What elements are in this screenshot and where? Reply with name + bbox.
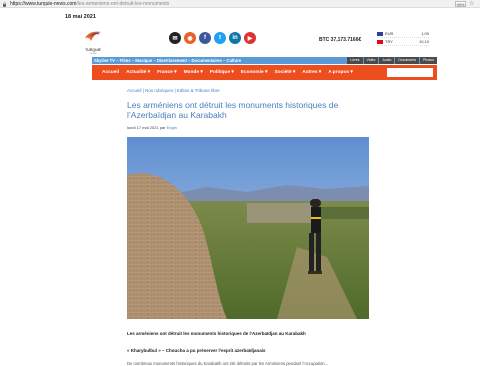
article-photo (127, 137, 369, 319)
tab-documents[interactable]: Documents (395, 57, 420, 64)
main-nav: Accueil Actualité ▾ France ▾ Monde ▾ Pol… (92, 65, 437, 80)
social-links: ✉ ◉ f t in ▶ (169, 32, 256, 44)
search-input[interactable] (387, 68, 433, 77)
caption-title: Les arméniens ont détruit les monuments … (127, 331, 306, 336)
article-lead: De nombreux monuments historiques du Kar… (127, 361, 329, 366)
media-tabs: Livres Vidéo Audio Documents Photos (346, 57, 437, 64)
rss-icon[interactable]: ◉ (184, 32, 196, 44)
currency-value: 1,00 (421, 31, 429, 36)
turkey-flag-icon (377, 39, 383, 44)
nav-items: Accueil Actualité ▾ France ▾ Monde ▾ Pol… (102, 65, 353, 80)
tab-photos[interactable]: Photos (420, 57, 437, 64)
currency-row: TRY 10,10 (377, 38, 429, 46)
linkedin-icon[interactable]: in (229, 32, 241, 44)
currency-row: EUR 1,00 (377, 30, 429, 38)
nav-france[interactable]: France ▾ (157, 70, 176, 75)
breadcrumb[interactable]: Accueil | Nos rubriques | Editos & Tribu… (127, 88, 220, 93)
site-logo[interactable]: TURQUIE news (82, 29, 104, 55)
btc-ticker: BTC 37,173.7166€ (319, 37, 362, 43)
nav-politique[interactable]: Politique ▾ (210, 70, 234, 75)
nav-accueil[interactable]: Accueil (102, 70, 119, 75)
tab-livres[interactable]: Livres (347, 57, 363, 64)
nav-monde[interactable]: Monde ▾ (184, 70, 203, 75)
url-path: /les-armeniens-ont-detruit-les-monuments (76, 1, 170, 7)
tab-audio[interactable]: Audio (379, 57, 395, 64)
currency-value: 10,10 (418, 39, 429, 44)
zoom-level[interactable]: 90% (455, 1, 466, 7)
caption-subtitle: « Kharybulbul » – Choucha a pu préserver… (127, 348, 266, 353)
currency-code: TRY (385, 39, 393, 44)
skylive-text[interactable]: Skylive TV – Films – Musique – Divertiss… (94, 57, 241, 64)
tab-video[interactable]: Vidéo (363, 57, 379, 64)
facebook-icon[interactable]: f (199, 32, 211, 44)
photo-illustration (127, 137, 369, 319)
nav-actualite[interactable]: Actualité ▾ (126, 70, 150, 75)
currency-widget: EUR 1,00 TRY 10,10 (377, 30, 429, 46)
twitter-icon[interactable]: t (214, 32, 226, 44)
youtube-icon[interactable]: ▶ (244, 32, 256, 44)
email-icon[interactable]: ✉ (169, 32, 181, 44)
author-link[interactable]: Engin (167, 125, 177, 130)
header-date: 18 mai 2021 (65, 14, 96, 20)
skylive-bar: Skylive TV – Films – Musique – Divertiss… (92, 57, 437, 64)
logo-sub: news (89, 51, 97, 55)
bookmark-star-icon[interactable]: ☆ (469, 0, 474, 7)
nav-societe[interactable]: Société ▾ (274, 70, 295, 75)
by-label: par (159, 125, 166, 130)
article-date: lundi 17 mai 2021 (127, 125, 159, 130)
currency-code: EUR (385, 31, 394, 36)
lock-icon (3, 1, 6, 7)
page: 18 mai 2021 TURQUIE news ✉ ◉ f t in ▶ BT… (65, 9, 437, 366)
nav-autres[interactable]: Autres ▾ (302, 70, 321, 75)
article-title: Les arméniens ont détruit les monuments … (127, 100, 339, 120)
nav-economie[interactable]: Economie ▾ (241, 70, 268, 75)
eu-flag-icon (377, 31, 383, 36)
logo-bird-icon (85, 31, 101, 41)
nav-a-propos[interactable]: A propos ▾ (328, 70, 353, 75)
address-bar[interactable]: https://www.turquie-news.com/les-armenie… (2, 1, 452, 7)
url-domain: https://www.turquie-news.com (10, 1, 77, 7)
browser-chrome: https://www.turquie-news.com/les-armenie… (0, 0, 480, 8)
article-meta: lundi 17 mai 2021 par Engin (127, 125, 177, 130)
